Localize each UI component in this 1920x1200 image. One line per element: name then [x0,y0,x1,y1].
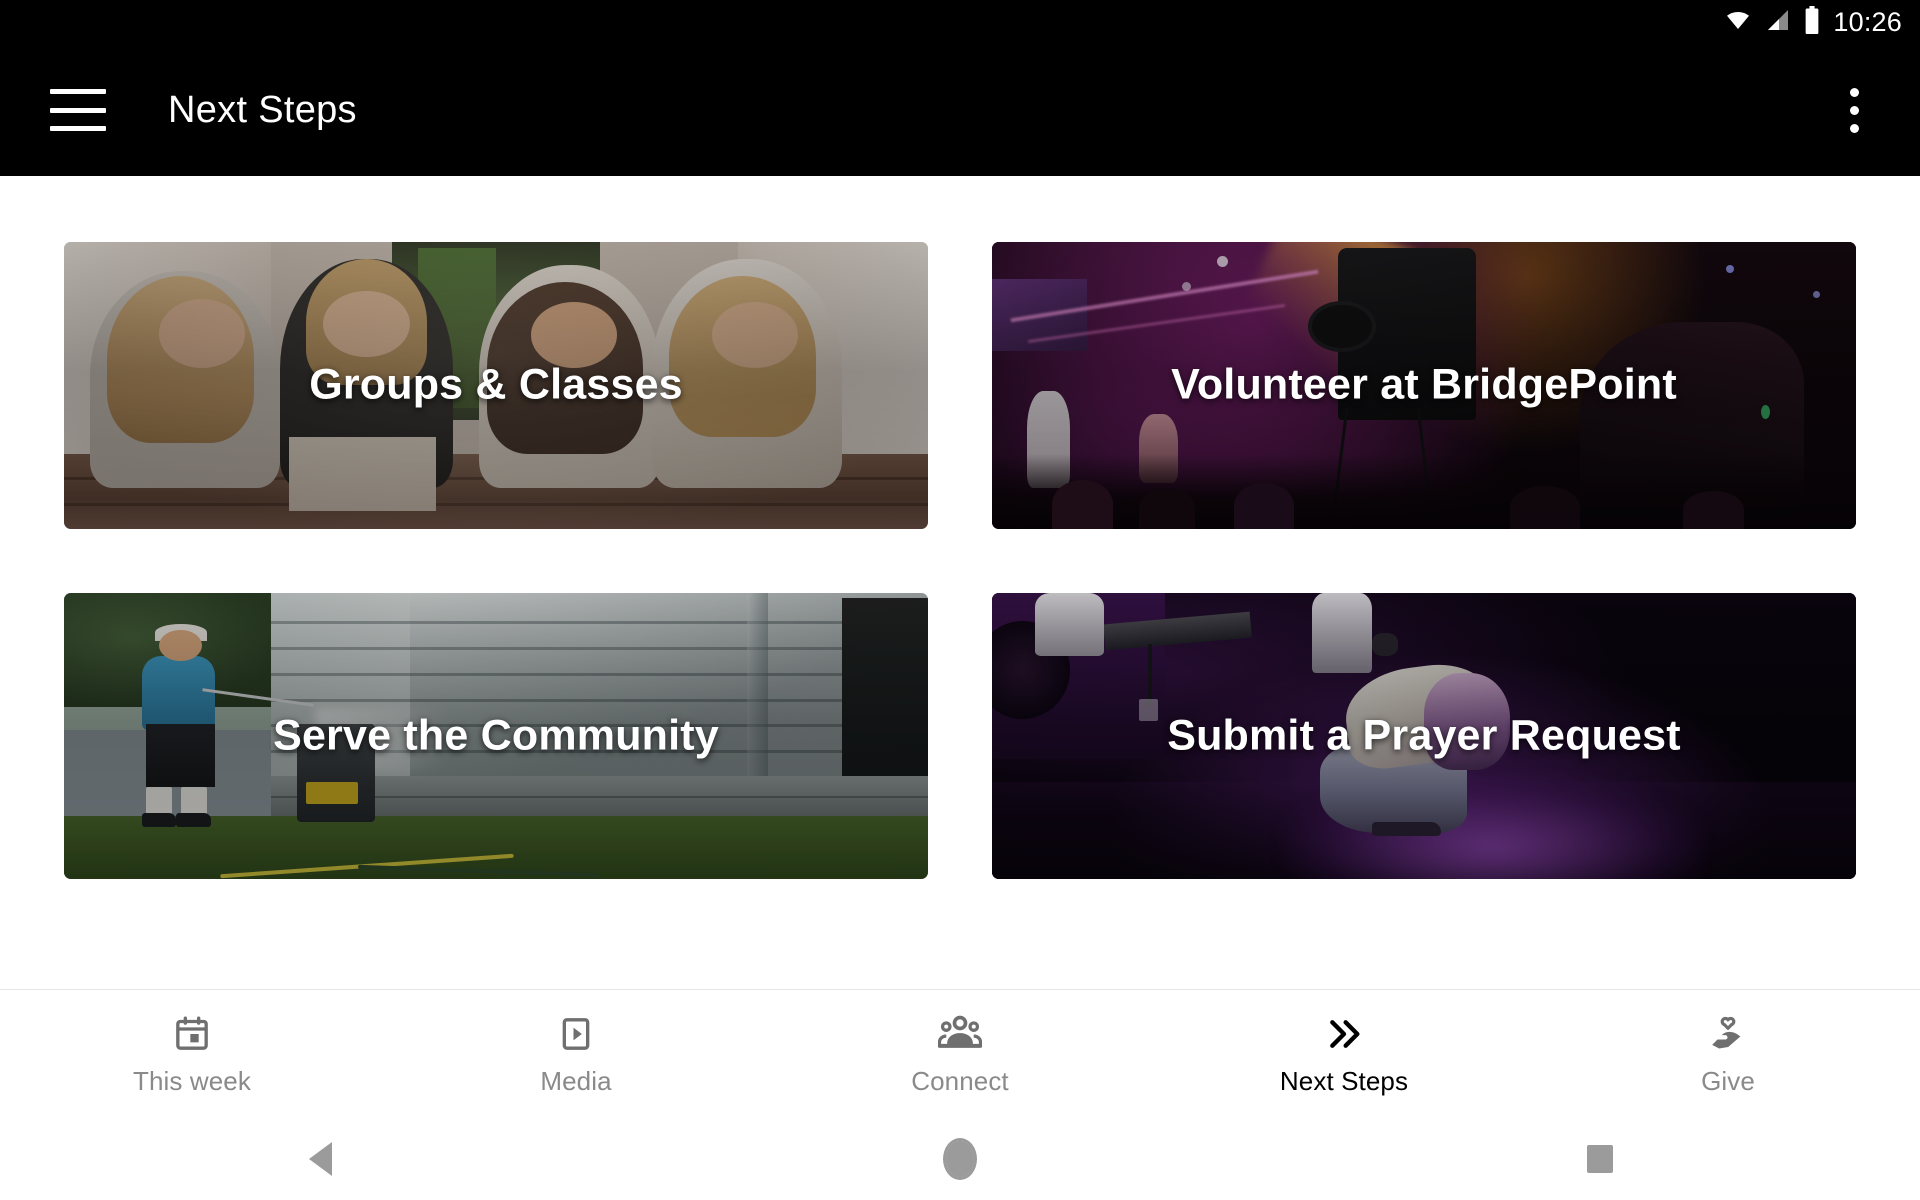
card-serve-the-community[interactable]: Serve the Community [64,592,928,879]
status-bar: 10:26 [0,0,1920,44]
tab-label-next-steps: Next Steps [1279,1065,1409,1096]
next-steps-card-grid: Groups & Classes Volunteer at BridgePoin… [64,242,1856,879]
double-chevron-right-icon [1322,1011,1366,1057]
calendar-icon [172,1011,212,1057]
video-play-icon [556,1011,596,1057]
cellular-signal-icon [1764,8,1792,37]
card-title-volunteer: Volunteer at BridgePoint [1171,360,1677,409]
app-bar: Next Steps [0,44,1920,176]
tab-label-connect: Connect [911,1065,1009,1096]
battery-icon [1803,5,1821,39]
tab-give[interactable]: Give [1536,990,1920,1117]
tab-connect[interactable]: Connect [768,990,1152,1117]
card-title-groups: Groups & Classes [309,360,683,409]
app-screen: 10:26 Next Steps Groups & Classes Volunt… [0,0,1920,1200]
wifi-icon [1723,8,1753,37]
card-groups-and-classes[interactable]: Groups & Classes [64,242,928,529]
tab-next-steps[interactable]: Next Steps [1152,990,1536,1117]
tab-label-this-week: This week [133,1065,251,1096]
hamburger-menu-icon[interactable] [50,89,106,131]
page-title: Next Steps [168,88,357,131]
card-submit-a-prayer-request[interactable]: Submit a Prayer Request [992,592,1856,879]
tab-label-media: Media [540,1065,612,1096]
recents-square-icon[interactable] [1280,1144,1920,1173]
card-title-prayer: Submit a Prayer Request [1167,711,1681,760]
hand-heart-icon [1708,1011,1748,1057]
tab-label-give: Give [1701,1065,1755,1096]
status-bar-clock: 10:26 [1833,6,1902,37]
card-volunteer-at-bridgepoint[interactable]: Volunteer at BridgePoint [992,242,1856,529]
more-vertical-icon[interactable] [1832,75,1876,145]
people-group-icon [938,1011,982,1057]
back-triangle-icon[interactable] [0,1141,640,1176]
bottom-tab-bar: This week Media Connect Next Steps Give [0,989,1920,1117]
card-title-serve: Serve the Community [273,711,719,760]
tab-media[interactable]: Media [384,990,768,1117]
tab-this-week[interactable]: This week [0,990,384,1117]
next-steps-content: Groups & Classes Volunteer at BridgePoin… [0,176,1920,989]
status-bar-icons [1723,5,1821,39]
home-circle-icon[interactable] [640,1137,1280,1180]
android-navigation-bar [0,1117,1920,1200]
